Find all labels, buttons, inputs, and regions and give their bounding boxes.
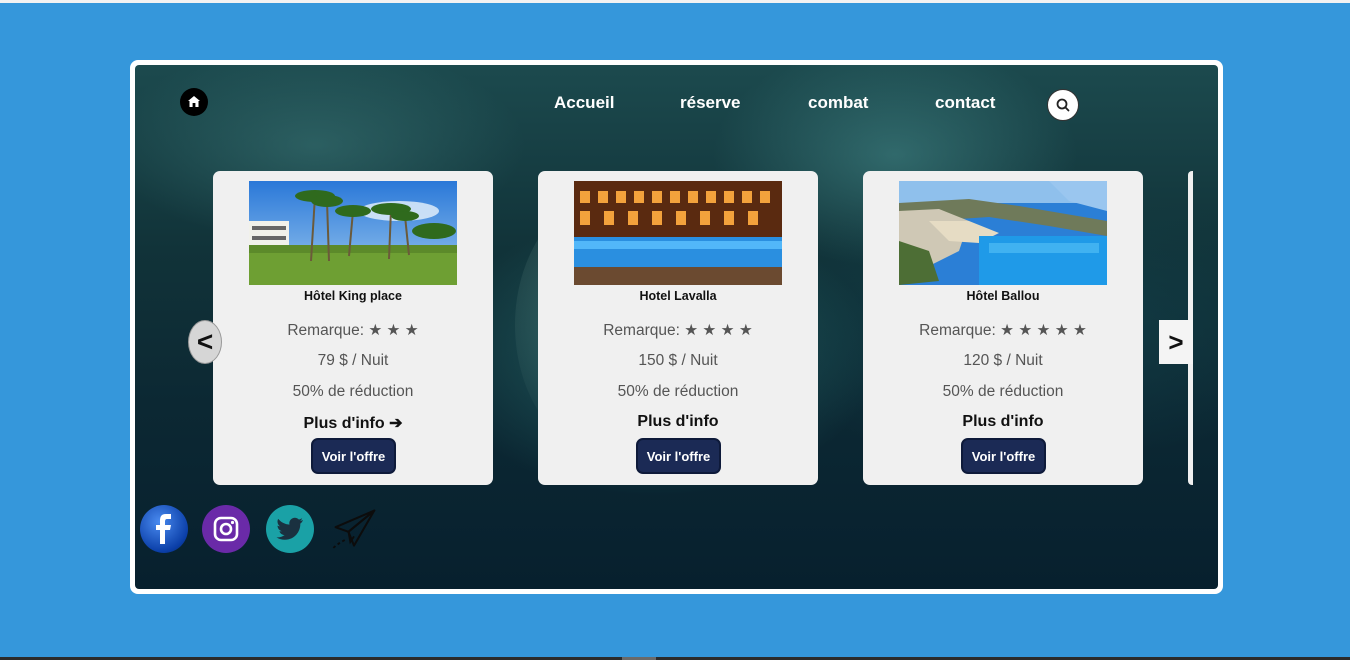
rating-label: Remarque: [919, 322, 996, 339]
hotel-name: Hotel Lavalla [639, 289, 717, 303]
nav-link-reserve[interactable]: réserve [680, 93, 741, 113]
hotel-rating: Remarque: ★ ★ ★ ★ [538, 321, 818, 340]
nav-link-accueil[interactable]: Accueil [554, 93, 614, 113]
rating-stars: ★ ★ ★ ★ ★ [1000, 322, 1087, 339]
hotel-photo-beach-cove [899, 181, 1107, 285]
view-offer-button[interactable]: Voir l'offre [636, 438, 721, 474]
rating-label: Remarque: [287, 322, 365, 339]
hotel-name: Hôtel Ballou [966, 289, 1040, 303]
search-button[interactable] [1047, 89, 1079, 121]
hotel-card: Hotel Lavalla Remarque: ★ ★ ★ ★ 150 $ / … [538, 171, 818, 485]
hotel-discount: 50% de réduction [617, 383, 739, 400]
home-icon[interactable] [180, 88, 208, 116]
rating-stars: ★ ★ ★ [368, 322, 419, 339]
carousel-prev-button[interactable]: < [188, 320, 222, 364]
more-info-link[interactable]: Plus d'info [538, 413, 818, 431]
carousel-next-button[interactable]: > [1159, 320, 1193, 364]
paper-plane-icon[interactable] [330, 505, 378, 553]
hotel-rating: Remarque: ★ ★ ★ ★ ★ [863, 321, 1143, 340]
instagram-icon[interactable] [202, 505, 250, 553]
more-info-link[interactable]: Plus d'info ➔ [213, 413, 493, 433]
hotel-price: 79 $ / Nuit [317, 352, 389, 369]
hotel-rating: Remarque: ★ ★ ★ [213, 321, 493, 340]
more-info-link[interactable]: Plus d'info [863, 413, 1143, 431]
hotel-discount: 50% de réduction [292, 383, 414, 400]
hotel-price: 150 $ / Nuit [638, 352, 718, 369]
hotel-price: 120 $ / Nuit [963, 352, 1043, 369]
hotel-photo-night-pool [574, 181, 782, 285]
search-icon [1056, 98, 1070, 112]
hotel-card: Hôtel King place Remarque: ★ ★ ★ 79 $ / … [213, 171, 493, 485]
rating-stars: ★ ★ ★ ★ [684, 322, 753, 339]
view-offer-button[interactable]: Voir l'offre [961, 438, 1046, 474]
rating-label: Remarque: [603, 322, 680, 339]
nav-link-combat[interactable]: combat [808, 93, 868, 113]
hotel-name: Hôtel King place [304, 289, 402, 303]
hotel-discount: 50% de réduction [942, 383, 1064, 400]
hotel-card: Hôtel Ballou Remarque: ★ ★ ★ ★ ★ 120 $ /… [863, 171, 1143, 485]
top-border [0, 0, 1350, 3]
twitter-icon[interactable] [266, 505, 314, 553]
facebook-icon[interactable] [140, 505, 188, 553]
view-offer-button[interactable]: Voir l'offre [311, 438, 396, 474]
hotel-photo-palm-garden [249, 181, 457, 285]
nav-link-contact[interactable]: contact [935, 93, 995, 113]
